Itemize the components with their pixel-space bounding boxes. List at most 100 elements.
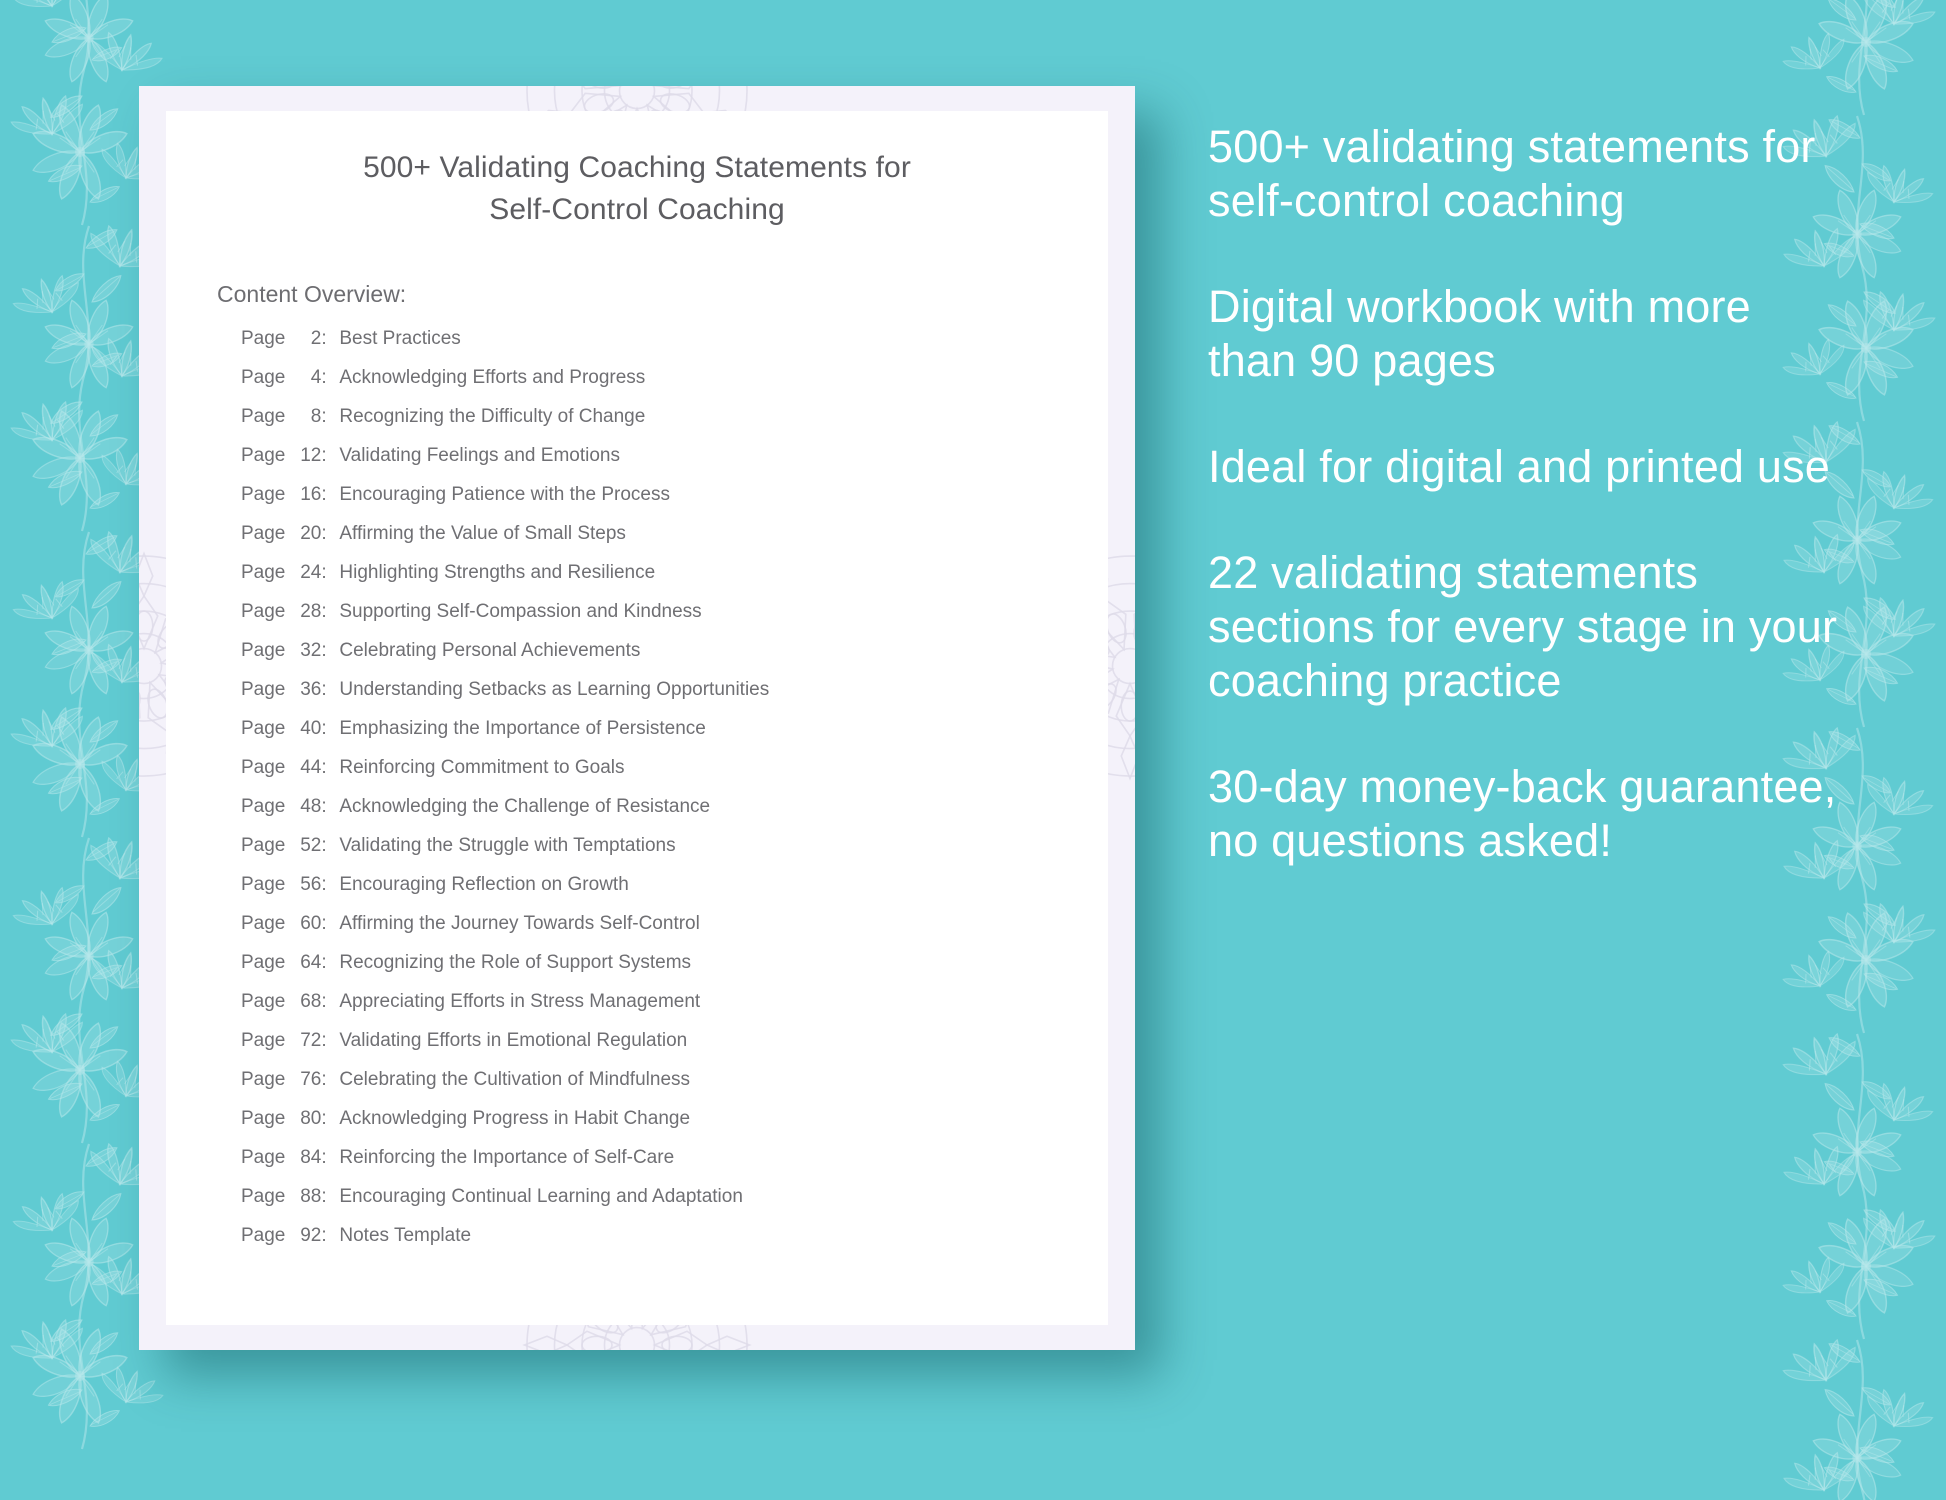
toc-page-word: Page	[241, 718, 286, 739]
page-title-line-1: 500+ Validating Coaching Statements for	[363, 151, 911, 184]
page-title-line-2: Self-Control Coaching	[489, 193, 785, 226]
toc-separator: :	[321, 1147, 327, 1168]
toc-separator: :	[321, 1225, 327, 1246]
toc-entry: Page 92: Notes Template	[241, 1225, 1068, 1264]
toc-page-word: Page	[241, 1225, 286, 1246]
toc-entry: Page 40: Emphasizing the Importance of Per…	[241, 718, 1068, 757]
toc-separator: :	[321, 1069, 327, 1090]
promo-feature-item: 500+ validating statements for self-cont…	[1208, 121, 1816, 226]
toc-entry: Page 80: Acknowledging Progress in Habit C…	[241, 1108, 1068, 1147]
toc-page-number: 44	[300, 757, 322, 778]
promo-feature-item: Digital workbook with more than 90 pages	[1208, 281, 1751, 386]
toc-entry: Page 72: Validating Efforts in Emotional R…	[241, 1030, 1068, 1069]
toc-page-word: Page	[241, 367, 286, 388]
toc-separator: :	[321, 562, 327, 583]
toc-entry-title: Best Practices	[339, 328, 461, 349]
toc-entry-title: Encouraging Continual Learning and Adapt…	[339, 1186, 743, 1207]
toc-separator: :	[321, 484, 327, 505]
toc-separator: :	[321, 718, 327, 739]
toc-page-word: Page	[241, 757, 286, 778]
toc-entry: Page 56: Encouraging Reflection on Growth	[241, 874, 1068, 913]
toc-page-number: 56	[300, 874, 322, 895]
toc-page-number: 36	[300, 679, 322, 700]
toc-entry: Page 8: Recognizing the Difficulty of Chan…	[241, 406, 1068, 445]
toc-entry: Page 84: Reinforcing the Importance of Sel…	[241, 1147, 1068, 1186]
toc-page-number: 48	[300, 796, 322, 817]
promo-feature-item: Ideal for digital and printed use	[1208, 441, 1831, 492]
toc-entry: Page 12: Validating Feelings and Emotions	[241, 445, 1068, 484]
toc-page-word: Page	[241, 991, 286, 1012]
toc-entry-title: Emphasizing the Importance of Persistenc…	[339, 718, 706, 739]
toc-page-word: Page	[241, 1108, 286, 1129]
toc-separator: :	[321, 406, 327, 427]
toc-entry-title: Notes Template	[339, 1225, 472, 1246]
toc-entry-title: Reinforcing Commitment to Goals	[339, 757, 625, 778]
toc-page-number: 8	[310, 406, 322, 427]
toc-entry: Page 4: Acknowledging Efforts and Progress	[241, 367, 1068, 406]
toc-page-number: 64	[300, 952, 322, 973]
toc-separator: :	[321, 796, 327, 817]
toc-page-number: 84	[300, 1147, 322, 1168]
toc-entry: Page 24: Highlighting Strengths and Resili…	[241, 562, 1068, 601]
toc-entry-title: Appreciating Efforts in Stress Managemen…	[339, 991, 701, 1012]
toc-page-word: Page	[241, 601, 286, 622]
toc-page-word: Page	[241, 484, 286, 505]
toc-page-number: 4	[310, 367, 322, 388]
toc-page-number: 40	[300, 718, 322, 739]
toc-separator: :	[321, 601, 327, 622]
toc-entry: Page 20: Affirming the Value of Small Step…	[241, 523, 1068, 562]
toc-entry: Page 52: Validating the Struggle with Temp…	[241, 835, 1068, 874]
toc-entry-title: Understanding Setbacks as Learning Oppor…	[339, 679, 770, 700]
toc-page-number: 24	[300, 562, 322, 583]
toc-page-word: Page	[241, 328, 286, 349]
promo-feature-list: 500+ validating statements for self-cont…	[1208, 120, 1848, 868]
toc-entry-title: Supporting Self-Compassion and Kindness	[339, 601, 702, 622]
toc-entry-title: Celebrating the Cultivation of Mindfulne…	[339, 1069, 691, 1090]
toc-page-number: 60	[300, 913, 322, 934]
toc-separator: :	[321, 952, 327, 973]
toc-entry-title: Highlighting Strengths and Resilience	[339, 562, 656, 583]
toc-entry: Page 28: Supporting Self-Compassion and Ki…	[241, 601, 1068, 640]
toc-entry-title: Recognizing the Difficulty of Change	[339, 406, 646, 427]
toc-page-number: 32	[300, 640, 322, 661]
toc-page-word: Page	[241, 406, 286, 427]
toc-entry: Page 36: Understanding Setbacks as Learnin…	[241, 679, 1068, 718]
toc-separator: :	[321, 757, 327, 778]
toc-separator: :	[321, 445, 327, 466]
toc-page-word: Page	[241, 835, 286, 856]
toc-entry-title: Affirming the Journey Towards Self-Contr…	[339, 913, 700, 934]
toc-page-number: 88	[300, 1186, 322, 1207]
toc-separator: :	[321, 991, 327, 1012]
toc-page-number: 92	[300, 1225, 322, 1246]
promo-feature-item: 22 validating statements sections for ev…	[1208, 547, 1838, 706]
toc-entry-title: Recognizing the Role of Support Systems	[339, 952, 692, 973]
toc-page-number: 52	[300, 835, 322, 856]
toc-page-number: 80	[300, 1108, 322, 1129]
toc-entry-title: Acknowledging Progress in Habit Change	[339, 1108, 691, 1129]
toc-separator: :	[321, 913, 327, 934]
toc-entry-title: Celebrating Personal Achievements	[339, 640, 641, 661]
toc-entry: Page 32: Celebrating Personal Achievements	[241, 640, 1068, 679]
toc-page-word: Page	[241, 679, 286, 700]
toc-page-number: 20	[300, 523, 322, 544]
toc-separator: :	[321, 523, 327, 544]
toc-separator: :	[321, 1186, 327, 1207]
toc-page-number: 68	[300, 991, 322, 1012]
toc-page-word: Page	[241, 874, 286, 895]
toc-entry: Page 60: Affirming the Journey Towards Sel…	[241, 913, 1068, 952]
toc-entry-title: Validating Feelings and Emotions	[339, 445, 620, 466]
toc-page-number: 2	[310, 328, 322, 349]
toc-page-word: Page	[241, 1186, 286, 1207]
document-sheet: 500+ Validating Coaching Statements for …	[166, 111, 1108, 1325]
toc-separator: :	[321, 835, 327, 856]
toc-entry-title: Validating the Struggle with Temptations	[339, 835, 676, 856]
toc-page-word: Page	[241, 952, 286, 973]
toc-separator: :	[321, 1108, 327, 1129]
toc-page-number: 28	[300, 601, 322, 622]
toc-page-word: Page	[241, 445, 286, 466]
toc-entry: Page 2: Best Practices	[241, 328, 1068, 367]
content-overview-label: Content Overview:	[217, 281, 407, 307]
toc-page-word: Page	[241, 1030, 286, 1051]
toc-page-number: 12	[300, 445, 322, 466]
toc-entry: Page 76: Celebrating the Cultivation of Mi…	[241, 1069, 1068, 1108]
